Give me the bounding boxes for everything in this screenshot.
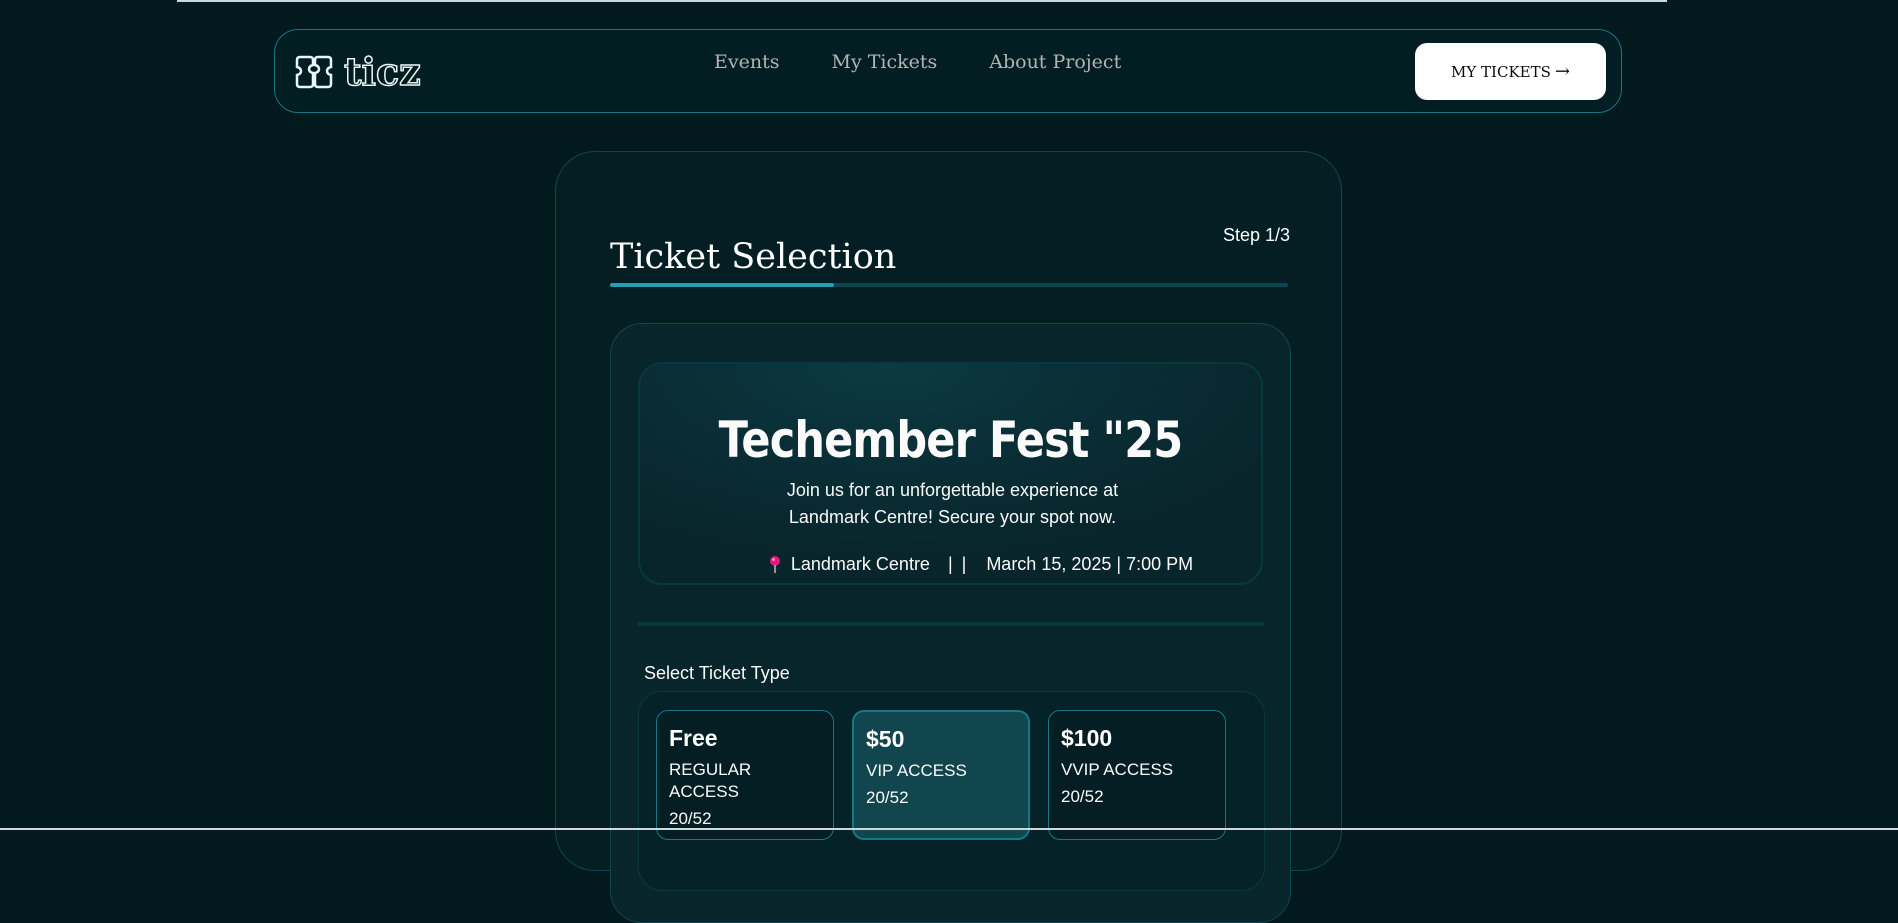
step-indicator: Step 1/3 <box>1222 225 1290 245</box>
ticket-availability: 20/52 <box>866 788 909 807</box>
ticket-type-group: Free REGULAR ACCESS 20/52 $50 VIP ACCESS… <box>638 691 1265 891</box>
ticket-option-vvip[interactable]: $100 VVIP ACCESS 20/52 <box>1048 710 1226 840</box>
event-datetime: March 15, 2025 | 7:00 PM <box>986 554 1194 574</box>
event-banner: Techember Fest "25 Join us for an unforg… <box>638 362 1263 585</box>
ticket-form-panel: Techember Fest "25 Join us for an unforg… <box>610 323 1291 923</box>
nav-item-events[interactable]: Events <box>714 50 779 74</box>
ticket-option-vip[interactable]: $50 VIP ACCESS 20/52 <box>852 710 1030 840</box>
arrow-right-icon: → <box>1554 61 1570 82</box>
ticket-access: VIP ACCESS <box>866 761 967 780</box>
ticket-option-free[interactable]: Free REGULAR ACCESS 20/52 <box>656 710 834 840</box>
browser-top-edge <box>177 0 1667 2</box>
ticket-availability: 20/52 <box>1061 787 1104 806</box>
ticket-access: REGULAR ACCESS <box>669 760 752 801</box>
ticket-price: $100 <box>1061 725 1113 751</box>
page-title: Ticket Selection <box>610 237 897 278</box>
main-nav: Events My Tickets About Project <box>714 50 1121 74</box>
event-location: Landmark Centre <box>790 554 930 574</box>
ticket-availability: 20/52 <box>669 809 712 828</box>
divider <box>638 622 1265 626</box>
progress-bar <box>610 283 1288 287</box>
ticket-type-label: Select Ticket Type <box>644 663 790 683</box>
event-title: Techember Fest "25 <box>718 411 1184 469</box>
nav-item-my-tickets[interactable]: My Tickets <box>831 50 937 74</box>
ticket-price: Free <box>669 725 718 751</box>
ticket-selection-card: Ticket Selection Step 1/3 Techember Fest… <box>555 151 1342 923</box>
my-tickets-button[interactable]: MY TICKETS → <box>1415 43 1606 100</box>
ticket-access: VVIP ACCESS <box>1061 760 1174 779</box>
nav-item-about-project[interactable]: About Project <box>989 50 1121 74</box>
meta-separator: | | <box>947 554 969 574</box>
ticket-icon <box>295 55 333 89</box>
event-description: Join us for an unforgettable experience … <box>786 480 1119 527</box>
ticket-price: $50 <box>866 726 905 752</box>
pin-icon <box>769 556 780 573</box>
my-tickets-button-label: MY TICKETS <box>1451 62 1551 81</box>
logo[interactable]: ticz <box>294 49 421 94</box>
event-meta: Landmark Centre | | March 15, 2025 | 7:0… <box>640 553 1261 575</box>
brand-name: ticz <box>343 49 421 94</box>
progress-bar-fill <box>610 283 834 287</box>
site-header: ticz Events My Tickets About Project MY … <box>274 29 1622 113</box>
